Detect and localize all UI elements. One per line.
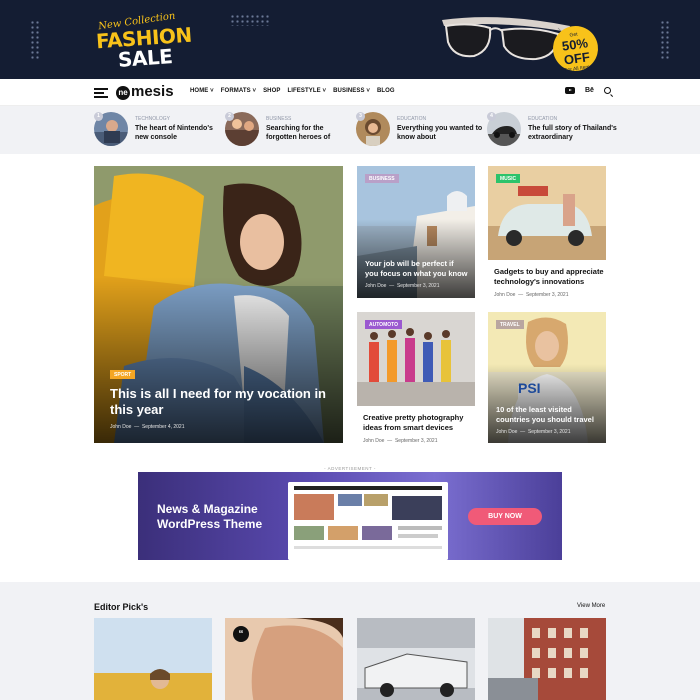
editor-pick-card[interactable]: “ <box>225 618 343 700</box>
trending-title[interactable]: Searching for the forgotten heroes of <box>266 125 356 142</box>
trending-item[interactable]: 1 TECHNOLOGY The heart of Nintendo's new… <box>94 112 219 148</box>
editor-pick-card[interactable] <box>488 618 606 700</box>
nav-icons: Bē <box>565 87 611 94</box>
nav-item-lifestyle[interactable]: LIFESTYLE ˅ <box>287 88 326 94</box>
nav-item-shop[interactable]: SHOP <box>263 88 280 94</box>
grid-post[interactable]: MUSIC Gadgets to buy and appreciate tech… <box>488 166 606 306</box>
featured-title[interactable]: This is all I need for my vocation in th… <box>110 386 330 418</box>
decorative-dots <box>230 14 270 26</box>
editor-pick-section: Editor Pick's View More “ <box>0 582 700 700</box>
category-badge[interactable]: TRAVEL <box>496 320 524 329</box>
editor-pick-card[interactable] <box>94 618 212 700</box>
trending-number: 2 <box>225 112 234 121</box>
trending-title[interactable]: Everything you wanted to know about <box>397 125 487 142</box>
grid-post[interactable]: AUTOMOTO Creative pretty photography ide… <box>357 312 475 452</box>
promo-title-line2: SALE <box>117 44 174 72</box>
section-title: Editor Pick's <box>94 602 149 612</box>
post-title[interactable]: 10 of the least visited countries you sh… <box>496 405 602 424</box>
trending-item[interactable]: 2 BUSINESS Searching for the forgotten h… <box>225 112 350 148</box>
category-badge[interactable]: AUTOMOTO <box>365 320 402 329</box>
post-date: September 3, 2021 <box>394 438 438 444</box>
editor-pick-card[interactable] <box>357 618 475 700</box>
grid-post[interactable]: PSI TRAVEL 10 of the least visited count… <box>488 312 606 443</box>
post-author[interactable]: John Doe <box>494 292 515 298</box>
post-date: September 4, 2021 <box>141 424 185 430</box>
trending-item[interactable]: 3 EDUCATION Everything you wanted to kno… <box>356 112 482 148</box>
logo-mark: ne <box>116 86 130 100</box>
editor-pick-image <box>357 618 475 700</box>
post-author[interactable]: John Doe <box>365 283 386 289</box>
trending-category[interactable]: EDUCATION <box>397 116 426 122</box>
behance-icon[interactable]: Bē <box>585 87 594 94</box>
nav-menu: HOME ˅ FORMATS ˅ SHOP LIFESTYLE ˅ BUSINE… <box>190 88 395 94</box>
quote-icon: “ <box>233 626 249 642</box>
post-author[interactable]: John Doe <box>110 424 131 430</box>
post-meta: John Doe — September 4, 2021 <box>110 424 185 430</box>
ad-title: News & Magazine WordPress Theme <box>157 502 263 531</box>
trending-category[interactable]: BUSINESS <box>266 116 291 122</box>
menu-icon[interactable] <box>94 88 108 98</box>
post-meta: John Doe — September 3, 2021 <box>363 438 438 444</box>
featured-post[interactable]: SPORT This is all I need for my vocation… <box>94 166 343 443</box>
nav-item-formats[interactable]: FORMATS ˅ <box>221 88 256 94</box>
ad-banner[interactable]: News & Magazine WordPress Theme BUY NOW <box>138 472 562 560</box>
trending-category[interactable]: TECHNOLOGY <box>135 116 170 122</box>
shirt-print: PSI <box>518 380 541 396</box>
buy-now-button[interactable]: BUY NOW <box>468 508 542 525</box>
category-badge[interactable]: BUSINESS <box>365 174 399 183</box>
site-logo[interactable]: ne mesis <box>116 83 174 100</box>
trending-title[interactable]: The full story of Thailand's extraordina… <box>528 125 618 142</box>
editor-pick-image <box>94 618 212 700</box>
ad-label: - ADVERTISEMENT - <box>324 466 376 471</box>
youtube-icon[interactable] <box>565 87 575 94</box>
post-author[interactable]: John Doe <box>363 438 384 444</box>
post-author[interactable]: John Doe <box>496 429 517 435</box>
trending-strip: 1 TECHNOLOGY The heart of Nintendo's new… <box>0 106 700 154</box>
decorative-dots <box>30 20 40 60</box>
view-more-link[interactable]: View More <box>577 603 605 609</box>
post-title[interactable]: Your job will be perfect if you focus on… <box>365 259 469 278</box>
trending-item[interactable]: 4 EDUCATION The full story of Thailand's… <box>487 112 617 148</box>
editor-pick-image <box>488 618 606 700</box>
nav-item-blog[interactable]: BLOG <box>377 88 395 94</box>
post-date: September 3, 2021 <box>527 429 571 435</box>
theme-preview-image <box>288 482 448 560</box>
category-badge[interactable]: MUSIC <box>496 174 521 183</box>
trending-title[interactable]: The heart of Nintendo's new console <box>135 125 225 142</box>
trending-number: 3 <box>356 112 365 121</box>
post-meta: John Doe — September 3, 2021 <box>365 283 440 289</box>
post-date: September 3, 2021 <box>396 283 440 289</box>
trending-number: 1 <box>94 112 103 121</box>
decorative-dots <box>660 20 670 60</box>
post-title[interactable]: Creative pretty photography ideas from s… <box>363 413 473 432</box>
nav-item-home[interactable]: HOME ˅ <box>190 88 214 94</box>
nav-item-business[interactable]: BUSINESS ˅ <box>333 88 370 94</box>
post-date: September 3, 2021 <box>525 292 569 298</box>
trending-category[interactable]: EDUCATION <box>528 116 557 122</box>
promo-banner[interactable]: New Collection FASHION SALE Get 50% OFF … <box>0 0 700 79</box>
post-meta: John Doe — September 3, 2021 <box>496 429 571 435</box>
grid-post[interactable]: BUSINESS Your job will be perfect if you… <box>357 166 475 298</box>
trending-number: 4 <box>487 112 496 121</box>
search-icon[interactable] <box>603 87 611 94</box>
post-meta: John Doe — September 3, 2021 <box>494 292 569 298</box>
post-title[interactable]: Gadgets to buy and appreciate technology… <box>494 267 604 286</box>
image-gradient <box>94 276 343 443</box>
main-navbar: ne mesis HOME ˅ FORMATS ˅ SHOP LIFESTYLE … <box>0 79 700 106</box>
logo-text: mesis <box>131 83 174 100</box>
category-badge[interactable]: SPORT <box>110 370 136 379</box>
